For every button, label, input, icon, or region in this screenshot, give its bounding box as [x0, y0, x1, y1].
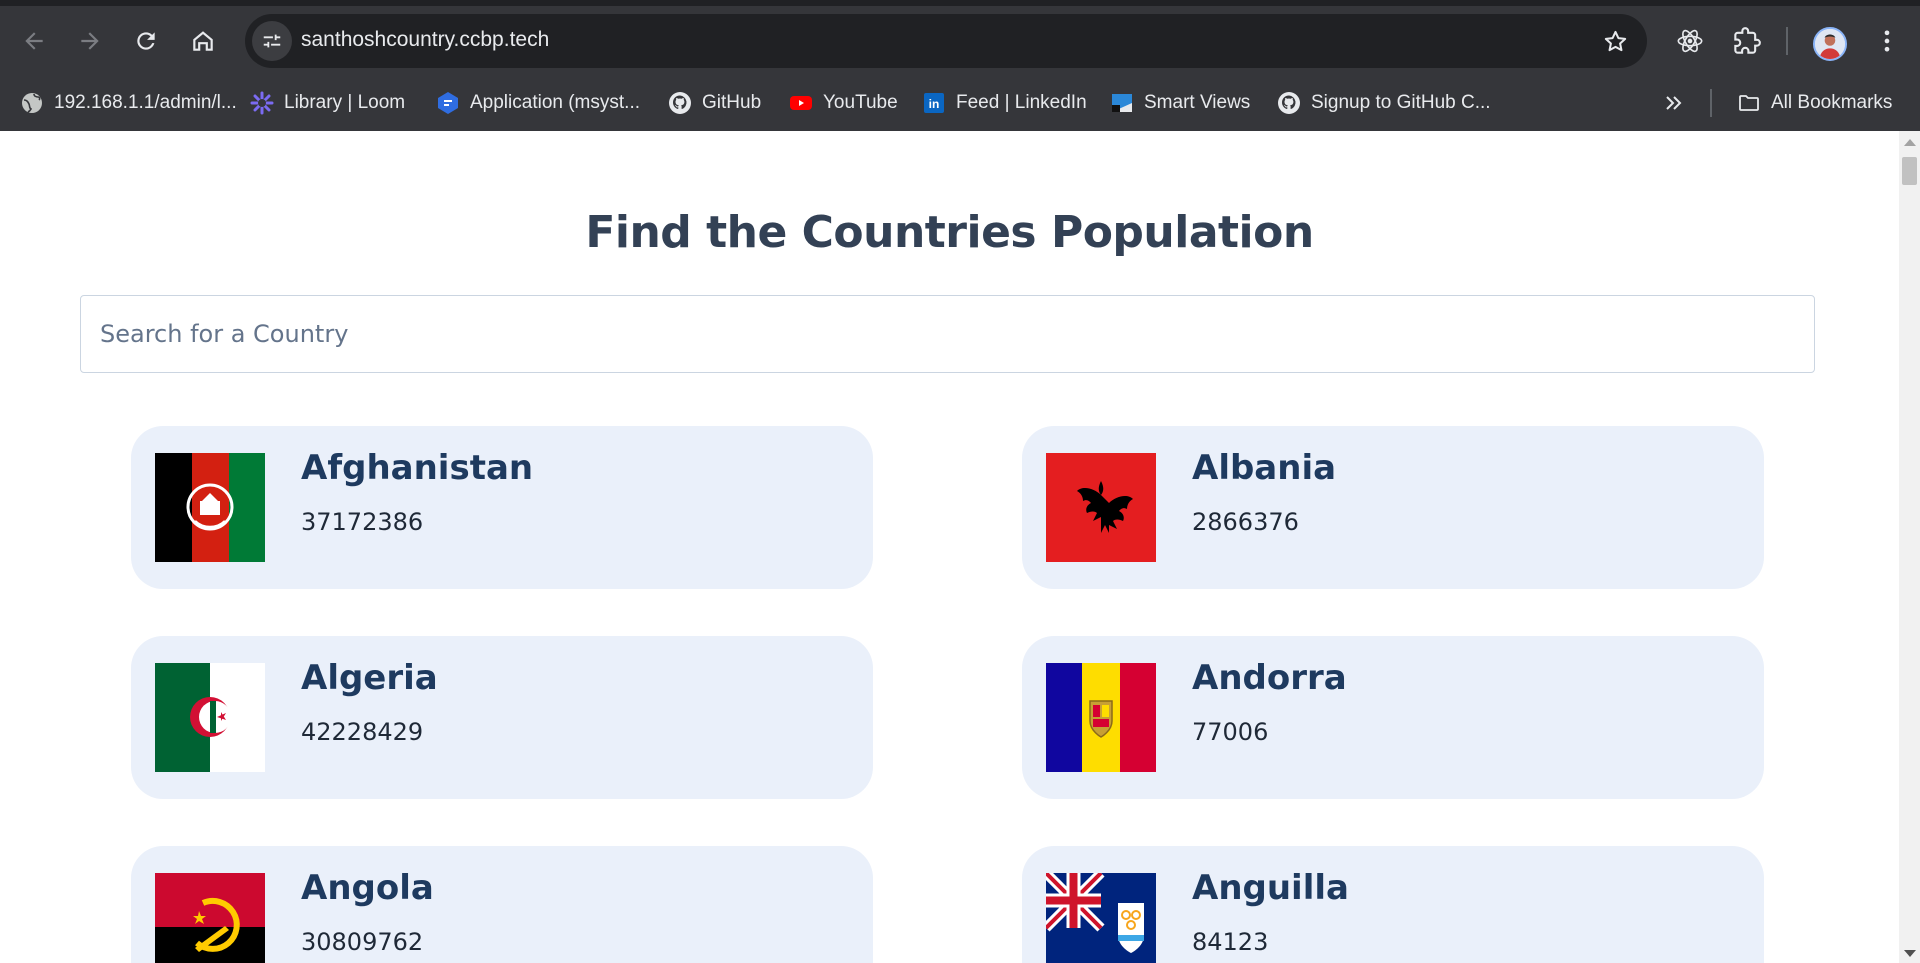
bookmark-router-admin[interactable]: 192.168.1.1/admin/l...	[20, 87, 237, 119]
puzzle-icon	[1734, 27, 1761, 54]
country-population: 37172386	[301, 508, 424, 536]
bookmarks-divider	[1710, 89, 1712, 117]
country-card: Angola 30809762	[131, 846, 873, 963]
loom-icon	[250, 91, 274, 115]
home-button[interactable]	[183, 21, 223, 61]
country-name: Angola	[301, 868, 434, 908]
country-name: Anguilla	[1192, 868, 1349, 908]
reload-button[interactable]	[126, 21, 166, 61]
country-population: 84123	[1192, 928, 1269, 956]
all-bookmarks-label: All Bookmarks	[1771, 92, 1893, 113]
youtube-icon	[789, 91, 813, 115]
bookmark-label: Application (msyst...	[470, 92, 640, 113]
github-icon	[1277, 91, 1301, 115]
bookmark-github[interactable]: GitHub	[668, 87, 761, 119]
country-card: Andorra 77006	[1022, 636, 1764, 799]
forward-button[interactable]	[70, 21, 110, 61]
bookmark-label: YouTube	[823, 92, 898, 113]
bookmarks-bar: 192.168.1.1/admin/l... Library | Loom Ap…	[0, 75, 1920, 131]
scroll-down-arrow-icon[interactable]	[1904, 950, 1916, 957]
home-icon	[193, 31, 213, 51]
reload-icon	[137, 32, 155, 50]
browser-chrome: santhoshcountry.ccbp.tech 192.168.1.1/ad…	[0, 0, 1920, 131]
page-content: Find the Countries Population Afghanista…	[0, 131, 1899, 963]
bookmark-smart-views[interactable]: Smart Views	[1110, 87, 1250, 119]
country-card: Albania 2866376	[1022, 426, 1764, 589]
star-icon	[1604, 30, 1626, 51]
bookmark-label: GitHub	[702, 92, 762, 113]
country-name: Andorra	[1192, 658, 1347, 698]
linkedin-icon: in	[922, 91, 946, 115]
react-icon	[1677, 29, 1703, 53]
anguilla-flag	[1046, 873, 1156, 963]
svg-text:in: in	[929, 97, 940, 111]
bookmark-label: Library | Loom	[284, 92, 406, 113]
address-bar[interactable]: santhoshcountry.ccbp.tech	[245, 14, 1647, 68]
page-scrollbar[interactable]	[1899, 131, 1920, 963]
country-name: Algeria	[301, 658, 438, 698]
back-arrow-icon	[25, 32, 43, 50]
browser-menu-button[interactable]	[1867, 21, 1907, 61]
toolbar-divider	[1786, 27, 1788, 55]
smart-views-icon	[1110, 91, 1134, 115]
tune-icon	[263, 34, 281, 48]
country-population: 30809762	[301, 928, 424, 956]
site-info-button[interactable]	[252, 21, 292, 61]
extensions-button[interactable]	[1727, 21, 1767, 61]
country-search-input[interactable]	[80, 295, 1815, 373]
bookmark-application[interactable]: Application (msyst...	[436, 87, 640, 119]
more-vert-icon	[1884, 30, 1890, 52]
bookmark-label: 192.168.1.1/admin/l...	[54, 92, 237, 113]
profile-avatar[interactable]	[1813, 27, 1847, 61]
bookmark-star-button[interactable]	[1599, 25, 1631, 57]
app-icon	[436, 91, 460, 115]
andorra-flag	[1046, 663, 1156, 772]
country-name: Albania	[1192, 448, 1337, 488]
folder-icon	[1737, 91, 1761, 115]
albania-flag	[1046, 453, 1156, 562]
angola-flag	[155, 873, 265, 963]
page-title: Find the Countries Population	[585, 207, 1314, 258]
github-icon	[668, 91, 692, 115]
scroll-up-arrow-icon[interactable]	[1904, 139, 1916, 146]
avatar-icon	[1815, 29, 1845, 59]
country-card: Afghanistan 37172386	[131, 426, 873, 589]
double-chevron-right-icon	[1662, 91, 1686, 115]
all-bookmarks-button[interactable]: All Bookmarks	[1737, 87, 1892, 119]
browser-toolbar: santhoshcountry.ccbp.tech	[0, 6, 1920, 75]
back-button[interactable]	[14, 21, 54, 61]
bookmark-github-signup[interactable]: Signup to GitHub C...	[1277, 87, 1491, 119]
bookmark-label: Smart Views	[1144, 92, 1251, 113]
country-population: 42228429	[301, 718, 424, 746]
country-card: Algeria 42228429	[131, 636, 873, 799]
country-population: 2866376	[1192, 508, 1299, 536]
bookmark-label: Feed | LinkedIn	[956, 92, 1087, 113]
globe-icon	[20, 91, 44, 115]
url-text[interactable]: santhoshcountry.ccbp.tech	[301, 28, 549, 52]
react-devtools-button[interactable]	[1670, 21, 1710, 61]
forward-arrow-icon	[81, 32, 99, 50]
country-name: Afghanistan	[301, 448, 534, 488]
scrollbar-thumb[interactable]	[1902, 157, 1917, 185]
bookmarks-overflow-button[interactable]	[1662, 87, 1686, 119]
algeria-flag	[155, 663, 265, 772]
bookmark-linkedin[interactable]: in Feed | LinkedIn	[922, 87, 1087, 119]
bookmark-youtube[interactable]: YouTube	[789, 87, 898, 119]
country-population: 77006	[1192, 718, 1269, 746]
afghanistan-flag	[155, 453, 265, 562]
bookmark-label: Signup to GitHub C...	[1311, 92, 1491, 113]
country-card: Anguilla 84123	[1022, 846, 1764, 963]
bookmark-loom[interactable]: Library | Loom	[250, 87, 405, 119]
